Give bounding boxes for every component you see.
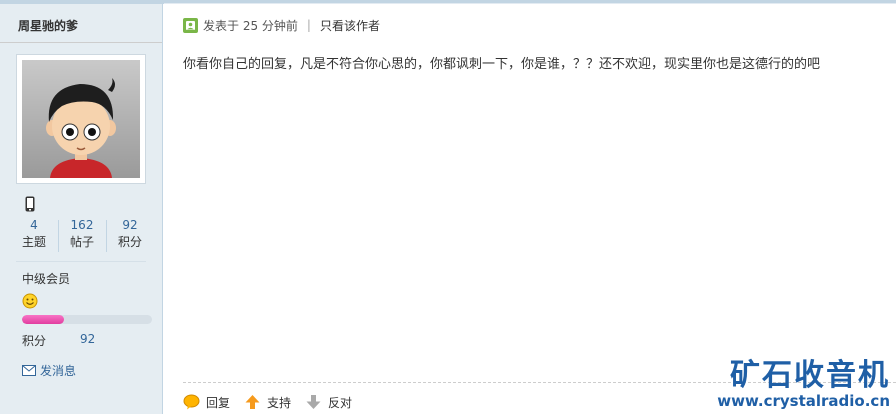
- stat-threads-value[interactable]: 4: [10, 217, 58, 233]
- stat-points[interactable]: 92 积分: [106, 217, 154, 251]
- member-level[interactable]: 中级会员: [22, 270, 70, 287]
- oppose-label[interactable]: 反对: [328, 394, 352, 411]
- oppose-button[interactable]: 反对: [305, 394, 352, 411]
- author-name[interactable]: 周星驰的爹: [18, 17, 78, 34]
- support-button[interactable]: 支持: [244, 394, 291, 411]
- smiley-icon: [22, 293, 38, 309]
- online-post-icon: [183, 17, 198, 33]
- avatar[interactable]: [22, 60, 140, 178]
- speech-bubble-icon: [183, 394, 200, 410]
- top-divider-inner: [164, 3, 896, 4]
- author-stats: 4 主题 162 帖子 92 积分: [10, 217, 154, 253]
- stat-posts-label: 帖子: [69, 235, 94, 249]
- post-time: 发表于 25 分钟前: [203, 18, 298, 33]
- name-divider: [0, 42, 162, 43]
- stat-posts-value[interactable]: 162: [58, 217, 106, 233]
- stat-points-label: 积分: [117, 235, 142, 249]
- reply-label[interactable]: 回复: [206, 394, 230, 411]
- stat-threads-label: 主题: [21, 235, 46, 249]
- level-progress-bar: [22, 315, 152, 324]
- post-header: 发表于 25 分钟前 | 只看该作者: [183, 16, 380, 34]
- watermark-title: 矿石收音机: [730, 358, 890, 393]
- envelope-icon: [22, 364, 36, 376]
- mobile-icon: [25, 196, 35, 212]
- stats-divider: [16, 261, 146, 262]
- arrow-up-icon: [245, 395, 260, 409]
- view-author-only-link[interactable]: 只看该作者: [320, 17, 380, 34]
- reply-button[interactable]: 回复: [183, 394, 230, 411]
- watermark: 矿石收音机 www.crystalradio.cn: [717, 350, 890, 414]
- header-separator: |: [306, 18, 311, 32]
- arrow-down-icon: [306, 395, 321, 409]
- avatar-frame[interactable]: [16, 54, 146, 184]
- support-label[interactable]: 支持: [267, 394, 291, 411]
- send-message-button[interactable]: 发消息: [22, 362, 76, 378]
- send-message-label[interactable]: 发消息: [40, 362, 76, 379]
- post-content: 你看你自己的回复，凡是不符合你心思的，你都讽刺一下，你是谁，？？还不欢迎，现实里…: [183, 57, 821, 72]
- watermark-url: www.crystalradio.cn: [717, 392, 890, 410]
- stat-threads[interactable]: 4 主题: [10, 217, 58, 251]
- stat-points-value[interactable]: 92: [106, 217, 154, 233]
- author-sidebar: 周星驰的爹 4 主题 162 帖子 92 积分 中级会员 积分 92 发消息: [0, 4, 163, 414]
- points-label: 积分: [22, 334, 47, 348]
- stat-posts[interactable]: 162 帖子: [58, 217, 106, 251]
- post-actions: 回复 支持 反对: [183, 392, 366, 412]
- forum-post: 周星驰的爹 4 主题 162 帖子 92 积分 中级会员 积分 92 发消息 发…: [0, 0, 896, 414]
- points-value: 92: [80, 332, 96, 346]
- level-progress-fill: [22, 315, 64, 324]
